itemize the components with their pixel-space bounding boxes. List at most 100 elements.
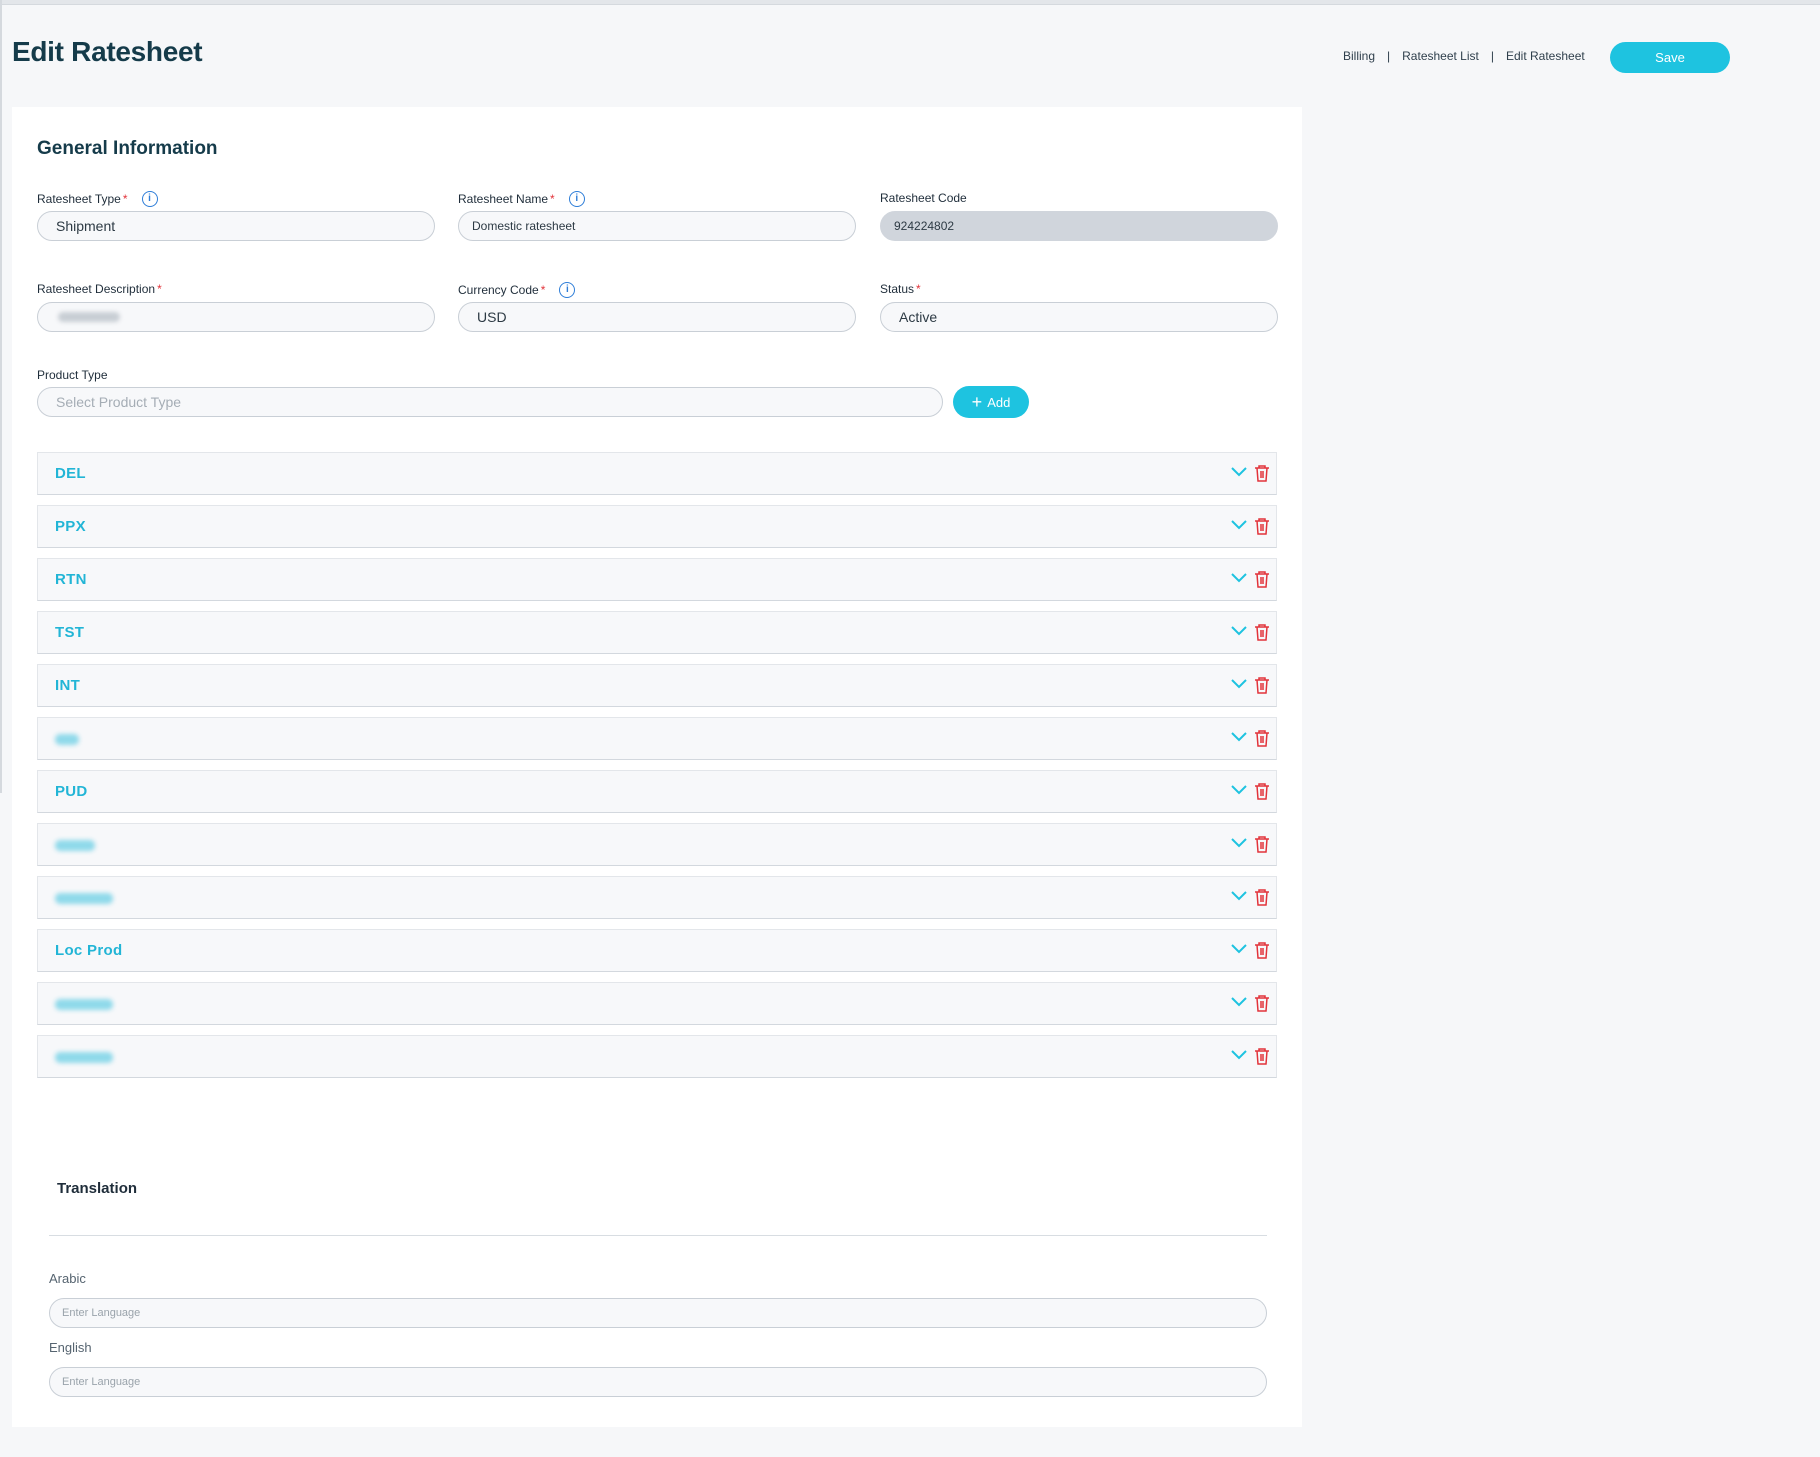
save-button[interactable]: Save [1610,42,1730,73]
ratesheet-description-label: Ratesheet Description * [37,282,162,296]
chevron-down-icon[interactable] [1230,677,1248,691]
ratesheet-type-select[interactable]: Shipment [37,211,435,241]
add-product-type-button[interactable]: + Add [953,386,1029,418]
product-type-label: RTN [55,571,87,588]
product-type-row[interactable] [37,982,1277,1025]
breadcrumb-edit-ratesheet: Edit Ratesheet [1505,49,1585,63]
product-type-placeholder: Select Product Type [56,394,182,410]
product-type-row[interactable]: DEL [37,452,1277,495]
chevron-down-icon[interactable] [1230,624,1248,638]
status-label: Status * [880,282,921,296]
product-type-label-text: Product Type [37,368,108,382]
redacted-product-label [55,1052,113,1063]
ratesheet-type-value: Shipment [56,218,116,234]
trash-icon[interactable] [1254,888,1270,906]
status-select[interactable]: Active [880,302,1278,332]
chevron-down-icon[interactable] [1230,836,1248,850]
ratesheet-name-input[interactable]: Domestic ratesheet [458,211,856,241]
required-marker: * [157,282,162,296]
chevron-down-icon[interactable] [1230,465,1248,479]
ratesheet-code-label-text: Ratesheet Code [880,191,967,205]
english-translation-input[interactable] [49,1367,1267,1397]
arabic-label: Arabic [49,1271,86,1286]
currency-code-value: USD [477,309,507,325]
chevron-down-icon[interactable] [1230,730,1248,744]
product-type-row[interactable]: TST [37,611,1277,654]
plus-icon: + [971,392,983,412]
product-type-label: PUD [55,783,88,800]
product-type-row[interactable] [37,1035,1277,1078]
top-border [0,0,1820,5]
english-label: English [49,1340,92,1355]
general-information-card: General Information Ratesheet Type * i S… [12,107,1302,1427]
ratesheet-code-value: 924224802 [894,219,955,233]
product-type-row[interactable]: Loc Prod [37,929,1277,972]
breadcrumb-separator: | [1490,49,1494,63]
trash-icon[interactable] [1254,570,1270,588]
section-title: General Information [37,138,218,159]
chevron-down-icon[interactable] [1230,889,1248,903]
translation-title: Translation [57,1180,138,1197]
chevron-down-icon[interactable] [1230,518,1248,532]
page-title: Edit Ratesheet [12,36,203,67]
product-type-row[interactable] [37,717,1277,760]
trash-icon[interactable] [1254,464,1270,482]
trash-icon[interactable] [1254,676,1270,694]
ratesheet-type-label-text: Ratesheet Type [37,192,121,206]
trash-icon[interactable] [1254,1047,1270,1065]
trash-icon[interactable] [1254,941,1270,959]
product-type-label: PPX [55,518,86,535]
add-button-label: Add [987,394,1011,410]
ratesheet-code-label: Ratesheet Code [880,191,967,205]
ratesheet-code-input: 924224802 [880,211,1278,241]
breadcrumb-billing[interactable]: Billing [1343,49,1375,63]
ratesheet-type-label: Ratesheet Type * i [37,191,158,207]
product-type-row[interactable]: RTN [37,558,1277,601]
breadcrumb-ratesheet-list[interactable]: Ratesheet List [1402,49,1479,63]
product-type-label: DEL [55,465,86,482]
ratesheet-description-label-text: Ratesheet Description [37,282,156,296]
chevron-down-icon[interactable] [1230,1048,1248,1062]
product-type-row[interactable]: PUD [37,770,1277,813]
product-type-row[interactable]: PPX [37,505,1277,548]
left-border [0,0,2,793]
info-icon[interactable]: i [568,191,585,207]
product-type-row[interactable] [37,876,1277,919]
redacted-text [58,312,120,322]
trash-icon[interactable] [1254,623,1270,641]
ratesheet-description-input[interactable] [37,302,435,332]
chevron-down-icon[interactable] [1230,783,1248,797]
product-type-row[interactable] [37,823,1277,866]
redacted-product-label [55,840,95,851]
trash-icon[interactable] [1254,835,1270,853]
product-type-select[interactable]: Select Product Type [37,387,943,417]
arabic-translation-input[interactable] [49,1298,1267,1328]
breadcrumb-separator: | [1387,49,1391,63]
product-type-label: TST [55,624,85,641]
trash-icon[interactable] [1254,729,1270,747]
info-icon[interactable]: i [141,191,158,207]
currency-code-label-text: Currency Code [458,283,539,297]
required-marker: * [916,282,921,296]
chevron-down-icon[interactable] [1230,571,1248,585]
product-type-list: DEL PPX RTN TST INT PUD Loc Prod [37,452,1277,1088]
currency-code-label: Currency Code * i [458,282,576,298]
chevron-down-icon[interactable] [1230,995,1248,1009]
redacted-product-label [55,893,113,904]
chevron-down-icon[interactable] [1230,942,1248,956]
breadcrumb: Billing | Ratesheet List | Edit Rateshee… [1343,49,1585,63]
info-icon[interactable]: i [559,282,576,298]
redacted-product-label [55,734,79,745]
trash-icon[interactable] [1254,994,1270,1012]
product-type-label: INT [55,677,81,694]
status-label-text: Status [880,282,915,296]
ratesheet-name-label: Ratesheet Name * i [458,191,585,207]
trash-icon[interactable] [1254,517,1270,535]
ratesheet-name-label-text: Ratesheet Name [458,192,549,206]
currency-code-select[interactable]: USD [458,302,856,332]
trash-icon[interactable] [1254,782,1270,800]
divider [49,1235,1267,1236]
product-type-label: Loc Prod [55,942,123,959]
product-type-row[interactable]: INT [37,664,1277,707]
required-marker: * [550,192,555,206]
